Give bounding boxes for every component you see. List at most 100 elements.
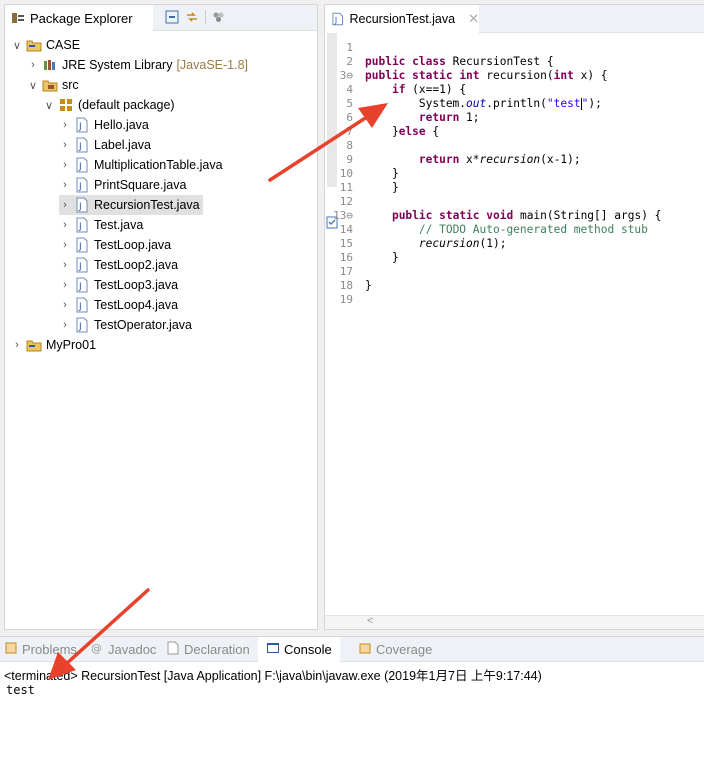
- tree-item-label: JRE System Library: [62, 58, 173, 72]
- toolbar-separator: [205, 10, 206, 24]
- code-token: x) {: [580, 69, 608, 82]
- code-token: static: [439, 209, 487, 222]
- link-with-editor-icon[interactable]: [185, 10, 199, 24]
- line-number: 10: [339, 167, 353, 180]
- code-line[interactable]: }: [365, 251, 399, 265]
- tree-item-label: Label.java: [94, 138, 151, 152]
- coverage-icon: [358, 641, 372, 658]
- tree-item[interactable]: ∨ CASE: [11, 35, 80, 55]
- code-line[interactable]: }: [365, 167, 399, 181]
- chevron-right-icon[interactable]: ›: [59, 299, 71, 311]
- code-line[interactable]: public static void main(String[] args) {: [365, 209, 661, 223]
- tree-item[interactable]: › J TestLoop3.java: [59, 275, 178, 295]
- chevron-down-icon[interactable]: ∨: [27, 79, 39, 92]
- tab-declaration[interactable]: Declaration: [166, 637, 250, 662]
- tree-item[interactable]: › J MultiplicationTable.java: [59, 155, 223, 175]
- tree-item-label: TestLoop3.java: [94, 278, 179, 292]
- chevron-right-icon[interactable]: ›: [59, 279, 71, 291]
- view-menu-icon[interactable]: [212, 10, 226, 24]
- svg-text:J: J: [78, 222, 82, 232]
- java-file-icon: J: [74, 257, 90, 273]
- svg-text:J: J: [78, 322, 82, 332]
- chevron-right-icon[interactable]: ›: [59, 319, 71, 331]
- code-token: RecursionTest {: [452, 55, 554, 68]
- svg-text:J: J: [78, 162, 82, 172]
- code-line[interactable]: if (x==1) {: [365, 83, 466, 97]
- code-line[interactable]: public class RecursionTest {: [365, 55, 554, 69]
- code-token: }: [365, 167, 399, 180]
- chevron-right-icon[interactable]: ›: [59, 259, 71, 271]
- tab-console[interactable]: Console: [258, 637, 340, 662]
- line-number: 14: [339, 223, 353, 236]
- code-area[interactable]: public class RecursionTest {public stati…: [365, 33, 704, 615]
- tree-item[interactable]: › J PrintSquare.java: [59, 175, 186, 195]
- tree-item[interactable]: › J Label.java: [59, 135, 151, 155]
- code-line[interactable]: }: [365, 181, 399, 195]
- overview-fold-region: [327, 33, 337, 187]
- tree-item-label: TestLoop4.java: [94, 298, 179, 312]
- chevron-right-icon[interactable]: ›: [59, 219, 71, 231]
- chevron-down-icon[interactable]: ∨: [11, 39, 23, 52]
- chevron-down-icon[interactable]: ∨: [43, 99, 55, 112]
- tree-item[interactable]: › MyPro01: [11, 335, 96, 355]
- tree-item[interactable]: › J Test.java: [59, 215, 143, 235]
- code-token: }: [365, 181, 399, 194]
- console-output[interactable]: test: [6, 683, 35, 697]
- tree-item[interactable]: › JRE System Library [JavaSE-1.8]: [27, 55, 248, 75]
- tree-item[interactable]: ∨ src: [27, 75, 79, 95]
- editor-gutter: [325, 33, 339, 615]
- tree-item[interactable]: › J TestLoop2.java: [59, 255, 178, 275]
- tab-javadoc[interactable]: @ Javadoc: [90, 637, 156, 662]
- code-token: return: [418, 153, 467, 166]
- code-line[interactable]: public static int recursion(int x) {: [365, 69, 608, 83]
- code-token: .println(: [486, 97, 547, 110]
- tab-label: Declaration: [184, 642, 250, 657]
- package-explorer-tab[interactable]: Package Explorer: [5, 5, 153, 31]
- svg-text:J: J: [334, 16, 337, 25]
- chevron-right-icon[interactable]: ›: [59, 199, 71, 211]
- scroll-left-icon[interactable]: <: [367, 615, 373, 627]
- tree-item[interactable]: › J TestOperator.java: [59, 315, 192, 335]
- chevron-right-icon[interactable]: ›: [27, 59, 39, 71]
- tree-item-label: RecursionTest.java: [94, 198, 200, 212]
- chevron-right-icon[interactable]: ›: [59, 179, 71, 191]
- code-token: {: [432, 125, 440, 138]
- chevron-right-icon[interactable]: ›: [59, 119, 71, 131]
- chevron-right-icon[interactable]: ›: [59, 139, 71, 151]
- tree-item[interactable]: ∨ (default package): [43, 95, 175, 115]
- code-line[interactable]: return 1;: [365, 111, 480, 125]
- close-icon[interactable]: ✕: [468, 11, 479, 27]
- tree-item[interactable]: › J RecursionTest.java: [59, 195, 203, 215]
- tree-item[interactable]: › J Hello.java: [59, 115, 149, 135]
- package-explorer-icon: [12, 13, 24, 23]
- editor-tab-recursiontest[interactable]: J RecursionTest.java ✕: [325, 5, 479, 33]
- code-token: void: [486, 209, 520, 222]
- line-number: 16: [339, 251, 353, 264]
- chevron-right-icon[interactable]: ›: [59, 239, 71, 251]
- tab-problems[interactable]: Problems: [4, 637, 77, 662]
- collapse-all-icon[interactable]: [165, 10, 179, 24]
- code-line[interactable]: }else {: [365, 125, 439, 139]
- java-file-icon: J: [74, 157, 90, 173]
- tree-item[interactable]: › J TestLoop.java: [59, 235, 171, 255]
- java-file-icon: J: [74, 317, 90, 333]
- horizontal-scrollbar[interactable]: <: [325, 615, 704, 629]
- svg-text:J: J: [78, 142, 82, 152]
- code-line[interactable]: System.out.println("test");: [365, 97, 602, 111]
- code-line[interactable]: recursion(1);: [365, 237, 507, 251]
- tree-item-label: src: [62, 78, 79, 92]
- chevron-right-icon[interactable]: ›: [59, 159, 71, 171]
- tab-coverage[interactable]: Coverage: [358, 637, 432, 662]
- tree-item[interactable]: › J TestLoop4.java: [59, 295, 178, 315]
- editor-tabbar: J RecursionTest.java ✕: [325, 5, 704, 33]
- tree-item-decoration: [JavaSE-1.8]: [176, 58, 249, 72]
- declaration-icon: [166, 641, 180, 658]
- code-token: else: [398, 125, 433, 138]
- code-line[interactable]: return x*recursion(x-1);: [365, 153, 581, 167]
- code-token: 1;: [466, 111, 480, 124]
- chevron-right-icon[interactable]: ›: [11, 339, 23, 351]
- code-line[interactable]: // TODO Auto-generated method stub: [365, 223, 648, 237]
- code-line[interactable]: }: [365, 279, 372, 293]
